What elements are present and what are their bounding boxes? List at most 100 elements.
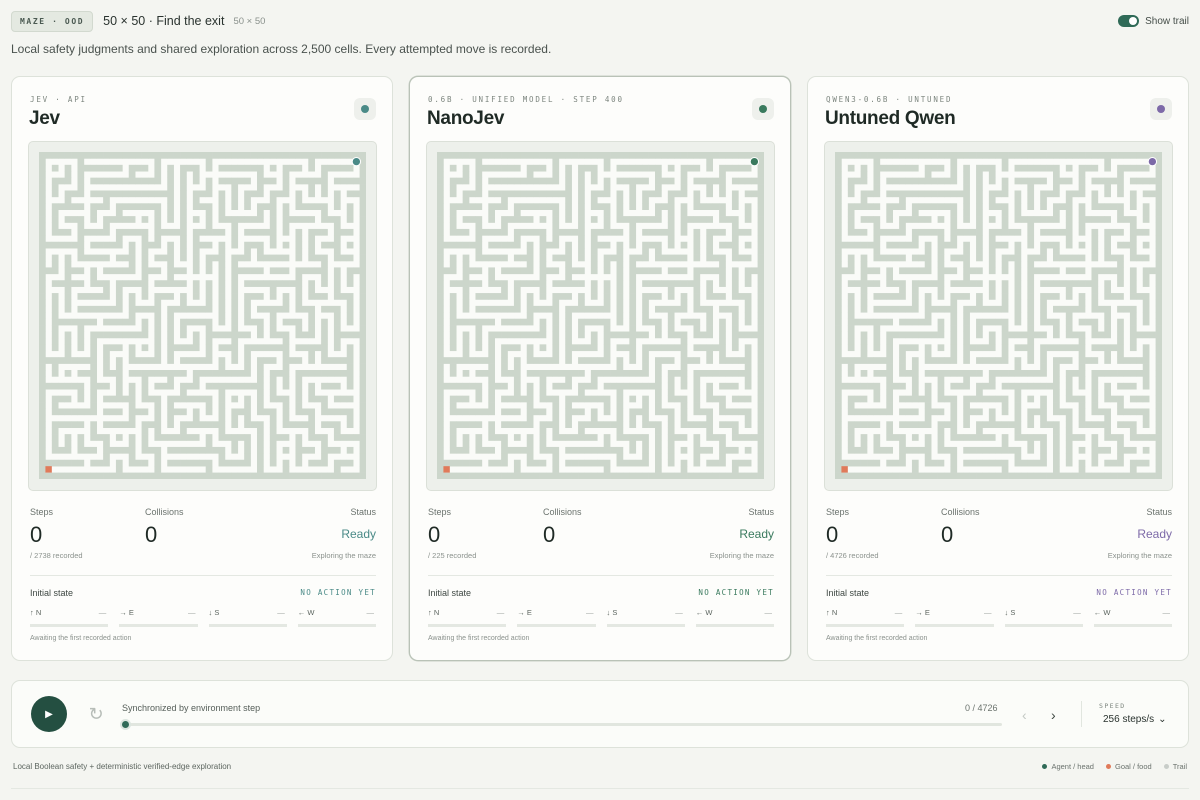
maze-wall — [693, 344, 701, 352]
maze-wall — [64, 164, 72, 172]
maze-wall — [924, 203, 932, 210]
reset-button[interactable]: ↻ — [84, 702, 108, 726]
maze-wall — [148, 446, 155, 454]
maze-wall — [340, 370, 348, 377]
top-bar: MAZE · OOD 50 × 50 · Find the exit 50 × … — [11, 10, 1189, 32]
model-panel-jev[interactable]: JEV · API Jev Steps 0 / 2738 recorded Co… — [11, 76, 393, 661]
maze-wall — [757, 152, 764, 159]
maze-wall — [1136, 152, 1144, 159]
maze-wall — [565, 216, 572, 223]
play-button[interactable]: ▶ — [31, 696, 67, 732]
maze-wall — [944, 370, 951, 377]
maze-wall — [706, 267, 713, 275]
maze-wall — [51, 370, 59, 377]
model-panel-untuned-qwen[interactable]: QWEN3-0.6B · UNTUNED Untuned Qwen Steps … — [807, 76, 1189, 661]
maze-wall — [642, 293, 649, 300]
maze-wall — [359, 184, 366, 191]
maze-wall — [51, 421, 59, 428]
maze-wall — [1053, 376, 1060, 384]
step-slider-track[interactable] — [122, 723, 1002, 726]
maze-wall — [847, 331, 855, 339]
maze-wall — [218, 293, 226, 300]
show-trail-toggle[interactable]: Show trail — [1118, 15, 1189, 27]
maze-wall — [39, 318, 46, 326]
maze-wall — [635, 216, 643, 223]
maze-wall — [744, 414, 752, 422]
next-step-button[interactable]: › — [1051, 707, 1056, 723]
model-panel-nanojev[interactable]: 0.6B · UNIFIED MODEL · STEP 400 NanoJev … — [409, 76, 791, 661]
maze-wall — [346, 177, 354, 185]
maze-wall — [1053, 325, 1060, 332]
maze-wall — [1142, 414, 1150, 422]
prev-step-button[interactable]: ‹ — [1022, 707, 1027, 723]
maze-wall — [905, 267, 913, 275]
maze-wall — [860, 337, 868, 345]
maze-wall — [969, 344, 977, 352]
maze-wall — [321, 382, 328, 390]
maze-wall — [321, 164, 328, 172]
step-slider-thumb[interactable] — [120, 719, 131, 730]
maze-wall — [212, 331, 219, 339]
maze-wall — [167, 216, 174, 223]
maze-wall — [257, 402, 264, 409]
maze-wall — [963, 472, 970, 479]
maze-wall — [1117, 209, 1124, 217]
maze-wall — [513, 466, 521, 473]
maze-wall — [835, 466, 842, 473]
maze-wall — [963, 350, 970, 358]
maze-wall — [1155, 248, 1162, 255]
maze-wall — [892, 293, 900, 300]
maze-wall — [180, 357, 187, 364]
maze-wall — [449, 318, 457, 326]
maze-wall — [886, 472, 893, 479]
maze-wall — [513, 395, 521, 403]
maze-wall — [231, 299, 239, 307]
maze-wall — [731, 337, 739, 345]
maze-wall — [321, 241, 328, 249]
maze-wall — [988, 267, 996, 275]
maze-wall — [847, 312, 855, 319]
speed-select[interactable]: 256 steps/s ⌄ — [1103, 714, 1167, 725]
maze-wall — [1020, 434, 1028, 441]
maze-wall — [154, 331, 162, 339]
maze-wall — [642, 196, 649, 204]
maze-wall — [526, 446, 534, 454]
maze-wall — [1014, 228, 1022, 236]
maze-wall — [565, 248, 572, 255]
maze-wall — [873, 171, 881, 178]
maze-wall — [597, 421, 604, 428]
maze-wall — [1001, 158, 1009, 166]
maze-wall — [1097, 152, 1105, 159]
maze-wall — [693, 357, 701, 364]
maze-wall — [597, 228, 604, 236]
maze-wall — [526, 344, 534, 352]
maze-wall — [308, 241, 315, 249]
direction-south: ↓ S — — [1004, 607, 1083, 627]
maze-wall — [1078, 357, 1086, 364]
maze-wall — [295, 446, 303, 454]
maze-wall — [501, 363, 508, 371]
maze-wall — [359, 248, 366, 255]
goal-marker — [45, 466, 52, 473]
maze-wall — [635, 382, 643, 390]
maze-wall — [257, 382, 264, 390]
maze-wall — [995, 370, 1002, 377]
maze-wall — [616, 312, 624, 319]
maze-wall — [160, 434, 168, 441]
maze-wall — [757, 389, 764, 396]
maze-wall — [167, 203, 174, 210]
maze-wall — [860, 177, 868, 185]
maze-wall — [1033, 434, 1041, 441]
maze-wall — [1040, 408, 1047, 416]
maze-wall — [565, 241, 572, 249]
stats-row: Steps 0 / 225 recorded Collisions 0 Stat… — [428, 507, 774, 567]
maze-wall — [860, 273, 868, 281]
maze-wall — [1142, 318, 1150, 326]
model-name: NanoJev — [427, 108, 505, 129]
toggle-switch[interactable] — [1118, 15, 1140, 27]
maze-wall — [282, 414, 290, 422]
maze-wall — [513, 459, 521, 467]
maze-wall — [635, 152, 643, 159]
maze-wall — [706, 280, 713, 287]
maze-wall — [661, 357, 669, 364]
